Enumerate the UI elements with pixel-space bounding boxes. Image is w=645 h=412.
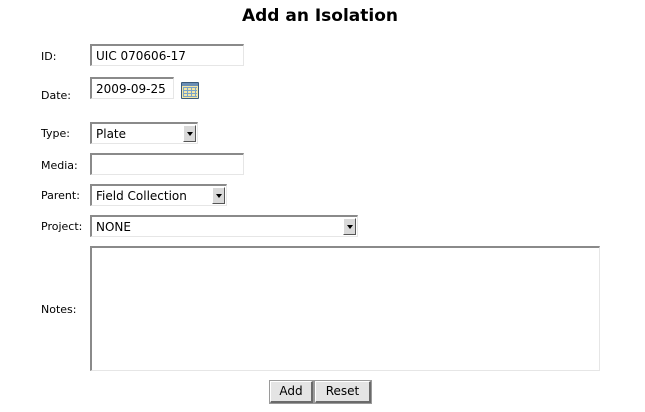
project-select[interactable]: NONE [90,215,358,237]
notes-textarea[interactable] [90,246,600,371]
type-label: Type: [41,127,70,140]
media-label: Media: [41,159,78,172]
id-input[interactable] [90,44,244,66]
media-input[interactable] [90,153,244,175]
calendar-icon[interactable] [181,82,199,99]
chevron-down-icon[interactable] [212,187,225,204]
reset-button[interactable]: Reset [314,380,372,404]
type-select[interactable]: Plate [90,122,198,144]
chevron-down-icon[interactable] [343,218,356,235]
date-label: Date: [41,89,71,102]
date-input[interactable] [90,77,174,99]
add-button[interactable]: Add [269,380,314,404]
parent-label: Parent: [41,189,80,202]
project-label: Project: [41,220,83,233]
project-select-value: NONE [96,220,131,234]
notes-label: Notes: [41,303,77,316]
id-label: ID: [41,50,57,63]
page-title: Add an Isolation [241,6,399,26]
type-select-value: Plate [96,127,127,141]
chevron-down-icon[interactable] [183,125,196,142]
parent-select[interactable]: Field Collection [90,184,227,206]
parent-select-value: Field Collection [96,189,187,203]
